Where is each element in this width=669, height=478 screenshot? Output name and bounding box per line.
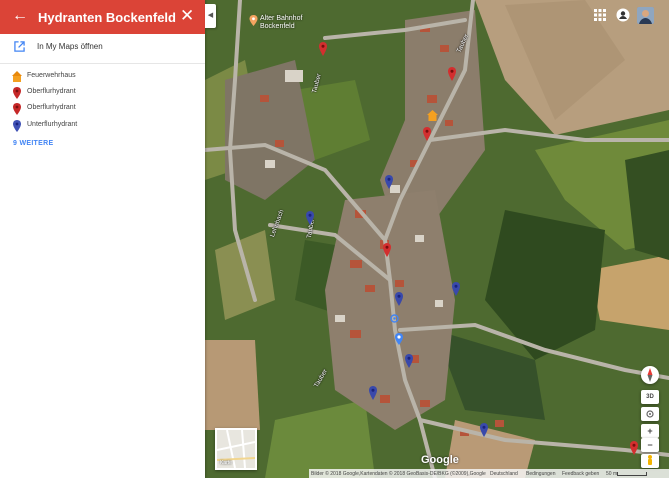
avatar[interactable] — [637, 7, 654, 24]
fire-station-marker-icon[interactable] — [427, 110, 438, 121]
blue-hydrant-marker[interactable] — [305, 211, 315, 225]
place-marker-icon[interactable] — [394, 333, 404, 345]
legend-label: Unterflurhydrant — [27, 121, 78, 128]
open-in-my-maps-link[interactable]: In My Maps öffnen — [0, 36, 205, 58]
legend-label: Feuerwehrhaus — [27, 72, 76, 79]
blue-hydrant-marker[interactable] — [479, 423, 489, 437]
satellite-map[interactable]: Tauber Tauber Lehnbach Tauber Tauber Alt… — [205, 0, 669, 478]
crosshair-icon — [646, 410, 654, 418]
panel-header: ← Hydranten Bockenfeld ✕ — [0, 0, 205, 34]
poi-label: Alter Bahnhof Bockenfeld — [260, 15, 303, 30]
poi-marker-icon[interactable] — [249, 15, 258, 26]
compass-icon — [647, 368, 653, 382]
blue-hydrant-marker[interactable] — [384, 175, 394, 189]
legend-panel: ← Hydranten Bockenfeld ✕ In My Maps öffn… — [0, 0, 205, 478]
google-logo: Google — [421, 454, 459, 466]
map-title: Hydranten Bockenfeld — [38, 10, 176, 25]
close-icon[interactable]: ✕ — [180, 7, 194, 24]
attribution-bar: Bilder © 2018 Google,Kartendaten © 2018 … — [309, 469, 669, 478]
blue-hydrant-marker[interactable] — [451, 282, 461, 296]
divider — [0, 63, 205, 64]
compass-button[interactable] — [641, 366, 659, 384]
more-layers-link[interactable]: 9 WEITERE — [13, 140, 53, 147]
legend-item-oberflurhydrant-2[interactable]: Oberflurhydrant — [0, 101, 205, 117]
my-location-button[interactable] — [641, 407, 659, 421]
red-hydrant-marker[interactable] — [382, 243, 392, 257]
red-pin-icon — [13, 103, 21, 115]
pegman-icon — [648, 455, 652, 465]
scale-label[interactable]: 50 m — [606, 471, 617, 477]
3d-toggle-button[interactable]: 3D — [641, 390, 659, 404]
blue-hydrant-marker[interactable] — [404, 354, 414, 368]
map-type-label: Karte — [220, 460, 232, 466]
open-external-icon — [14, 41, 25, 52]
country-link[interactable]: Deutschland — [490, 471, 518, 477]
legend-label: Oberflurhydrant — [27, 88, 76, 95]
imagery-credit: Bilder © 2018 Google,Kartendaten © 2018 … — [311, 471, 486, 477]
street-view-pegman-button[interactable] — [641, 454, 659, 468]
red-hydrant-marker[interactable] — [447, 67, 457, 81]
blue-hydrant-marker[interactable] — [368, 386, 378, 400]
red-hydrant-marker[interactable] — [629, 441, 639, 455]
scale-bar-icon — [617, 472, 647, 476]
location-circle-icon[interactable] — [390, 314, 399, 323]
red-hydrant-marker[interactable] — [422, 127, 432, 141]
zoom-in-button[interactable]: + — [641, 424, 659, 438]
legend-item-unterflurhydrant[interactable]: Unterflurhydrant — [0, 118, 205, 134]
blue-pin-icon — [13, 120, 21, 132]
map-viewer: ← Hydranten Bockenfeld ✕ In My Maps öffn… — [0, 0, 669, 478]
legend-item-feuerwehrhaus[interactable]: Feuerwehrhaus — [0, 69, 205, 85]
open-in-my-maps-label: In My Maps öffnen — [37, 42, 103, 51]
account-circle-icon[interactable] — [616, 8, 630, 22]
map-type-toggle[interactable]: Karte — [215, 428, 257, 470]
legend-label: Oberflurhydrant — [27, 104, 76, 111]
terms-link[interactable]: Bedingungen — [526, 471, 555, 477]
apps-grid-icon[interactable] — [594, 9, 606, 21]
feedback-link[interactable]: Feedback geben — [562, 471, 599, 477]
blue-hydrant-marker[interactable] — [394, 292, 404, 306]
red-hydrant-marker[interactable] — [318, 42, 328, 56]
red-pin-icon — [13, 87, 21, 99]
collapse-panel-button[interactable]: ◀ — [205, 4, 216, 28]
satellite-imagery — [205, 0, 669, 478]
legend-item-oberflurhydrant[interactable]: Oberflurhydrant — [0, 85, 205, 101]
zoom-out-button[interactable]: − — [641, 438, 659, 452]
house-marker-icon — [12, 71, 22, 82]
back-arrow-icon[interactable]: ← — [12, 8, 28, 24]
